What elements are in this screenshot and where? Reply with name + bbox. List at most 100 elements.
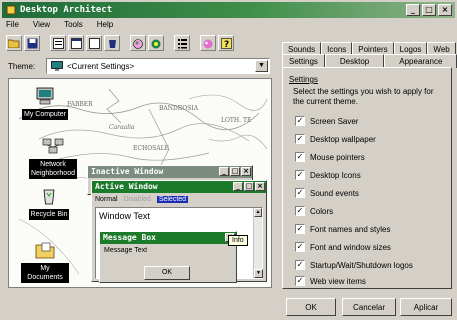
tooltip: Info: [228, 235, 248, 246]
toolbar: ?: [6, 35, 234, 53]
message-ok-button[interactable]: OK: [144, 266, 190, 280]
app-icon: [6, 5, 16, 15]
active-window-title-text: Active Window: [95, 182, 158, 191]
inactive-window-title-text: Inactive Window: [91, 167, 164, 176]
setting-label: Sound events: [310, 188, 359, 198]
tab-settings[interactable]: Settings: [282, 54, 325, 68]
tab-desktop[interactable]: Desktop: [324, 54, 385, 68]
setting-label: Startup/Wait/Shutdown logos: [310, 260, 413, 270]
menu-disabled-sample: Disabled: [123, 195, 151, 203]
front-tabs: Settings Desktop Appearance: [282, 54, 457, 68]
apply-button[interactable]: Aplicar: [400, 298, 452, 316]
paint-icon[interactable]: [200, 35, 216, 51]
setting-font-names[interactable]: ✓ Font names and styles: [295, 224, 390, 234]
setting-startup-logos[interactable]: ✓ Startup/Wait/Shutdown logos: [295, 260, 413, 270]
setting-web-view-items[interactable]: ✓ Web view items: [295, 276, 366, 286]
setting-label: Web view items: [310, 276, 366, 286]
settings-description: Select the settings you wish to apply fo…: [293, 87, 434, 106]
close-button[interactable]: ×: [438, 4, 452, 16]
title-bar[interactable]: Desktop Architect _ □ ×: [2, 2, 455, 18]
menu-tools[interactable]: Tools: [62, 20, 85, 32]
theme-icon[interactable]: [68, 35, 84, 51]
maximize-button[interactable]: □: [422, 4, 436, 16]
setting-sound-events[interactable]: ✓ Sound events: [295, 188, 359, 198]
setting-label: Screen Saver: [310, 116, 359, 126]
color-icon[interactable]: [130, 35, 146, 51]
folder-open-icon[interactable]: [6, 35, 22, 51]
message-box-title: Message Box ×: [100, 232, 236, 244]
setting-label: Font and window sizes: [310, 242, 391, 252]
trash-icon: [43, 189, 55, 205]
save-icon[interactable]: [24, 35, 40, 51]
setting-mouse-pointers[interactable]: ✓ Mouse pointers: [295, 152, 365, 162]
desktop-icon-label: Network Neighborhood: [29, 159, 77, 179]
inactive-window-title: Inactive Window _ □ ×: [88, 166, 252, 178]
checkbox[interactable]: ✓: [295, 206, 305, 216]
app-window: Desktop Architect _ □ × File View Tools …: [0, 0, 457, 320]
theme-preview: FABBER BANDROSIA LOTH. TE Caraalia ECHOS…: [8, 78, 272, 288]
menu-file[interactable]: File: [4, 20, 21, 32]
maximize-icon: □: [230, 167, 240, 176]
scrollbar[interactable]: ▲ ▼: [253, 208, 263, 278]
settings-group-label: Settings: [289, 75, 318, 84]
network-neighborhood-icon[interactable]: Network Neighborhood: [29, 137, 77, 179]
checkbox[interactable]: ✓: [295, 116, 305, 126]
desktop-icon-label: My Documents: [21, 263, 69, 283]
setting-desktop-wallpaper[interactable]: ✓ Desktop wallpaper: [295, 134, 376, 144]
setting-screen-saver[interactable]: ✓ Screen Saver: [295, 116, 358, 126]
minimize-icon: _: [219, 167, 229, 176]
tab-appearance[interactable]: Appearance: [384, 54, 457, 68]
my-documents-icon[interactable]: My Documents: [21, 241, 69, 283]
minimize-button[interactable]: _: [406, 4, 420, 16]
scroll-up-arrow-icon[interactable]: ▲: [254, 208, 262, 217]
list-icon[interactable]: [174, 35, 190, 51]
recycle-icon[interactable]: [104, 35, 120, 51]
map-label: Caraalia: [109, 124, 135, 131]
setting-label: Desktop wallpaper: [310, 134, 376, 144]
ok-button[interactable]: OK: [286, 298, 336, 316]
checkbox[interactable]: ✓: [295, 276, 305, 286]
checkbox[interactable]: ✓: [295, 242, 305, 252]
scroll-down-arrow-icon[interactable]: ▼: [254, 269, 263, 278]
window-icon[interactable]: [86, 35, 102, 51]
checkbox[interactable]: ✓: [295, 170, 305, 180]
active-window-title: Active Window _ □ ×: [92, 181, 266, 193]
chevron-down-icon[interactable]: ▼: [255, 60, 268, 72]
properties-icon[interactable]: [50, 35, 66, 51]
setting-colors[interactable]: ✓ Colors: [295, 206, 333, 216]
effects-icon[interactable]: [148, 35, 164, 51]
folder-icon: [35, 242, 55, 259]
close-icon: ×: [255, 182, 265, 191]
menu-view[interactable]: View: [31, 20, 52, 32]
message-text: Message Text: [104, 247, 148, 254]
menu-normal-sample: Normal: [95, 195, 118, 203]
recycle-bin-icon[interactable]: Recycle Bin: [25, 187, 73, 220]
theme-select[interactable]: <Current Settings> ▼: [46, 58, 270, 74]
checkbox[interactable]: ✓: [295, 188, 305, 198]
setting-font-window-sizes[interactable]: ✓ Font and window sizes: [295, 242, 391, 252]
map-label: ECHOSALE: [133, 145, 169, 152]
checkbox[interactable]: ✓: [295, 224, 305, 234]
menu-help[interactable]: Help: [95, 20, 115, 32]
svg-text:?: ?: [224, 40, 229, 49]
my-computer-icon[interactable]: My Computer: [21, 87, 69, 120]
checkbox[interactable]: ✓: [295, 260, 305, 270]
checkbox[interactable]: ✓: [295, 134, 305, 144]
theme-selected-value: <Current Settings>: [67, 61, 135, 71]
help-icon[interactable]: ?: [218, 35, 234, 51]
setting-desktop-icons[interactable]: ✓ Desktop Icons: [295, 170, 361, 180]
setting-label: Colors: [310, 206, 334, 216]
menu-bar: File View Tools Help: [4, 20, 115, 32]
menu-selected-sample: Selected: [156, 195, 189, 203]
map-label: LOTH. TE: [221, 117, 252, 124]
setting-label: Desktop Icons: [310, 170, 361, 180]
sample-menu-bar: Normal Disabled Selected: [92, 193, 266, 205]
computer-icon: [36, 87, 54, 105]
desktop-icon-label: My Computer: [21, 109, 68, 120]
setting-label: Font names and styles: [310, 224, 391, 234]
cancel-button[interactable]: Cancelar: [342, 298, 396, 316]
maximize-icon: □: [244, 182, 254, 191]
checkbox[interactable]: ✓: [295, 152, 305, 162]
theme-label: Theme:: [8, 62, 36, 71]
desktop-icon-label: Recycle Bin: [28, 209, 70, 220]
